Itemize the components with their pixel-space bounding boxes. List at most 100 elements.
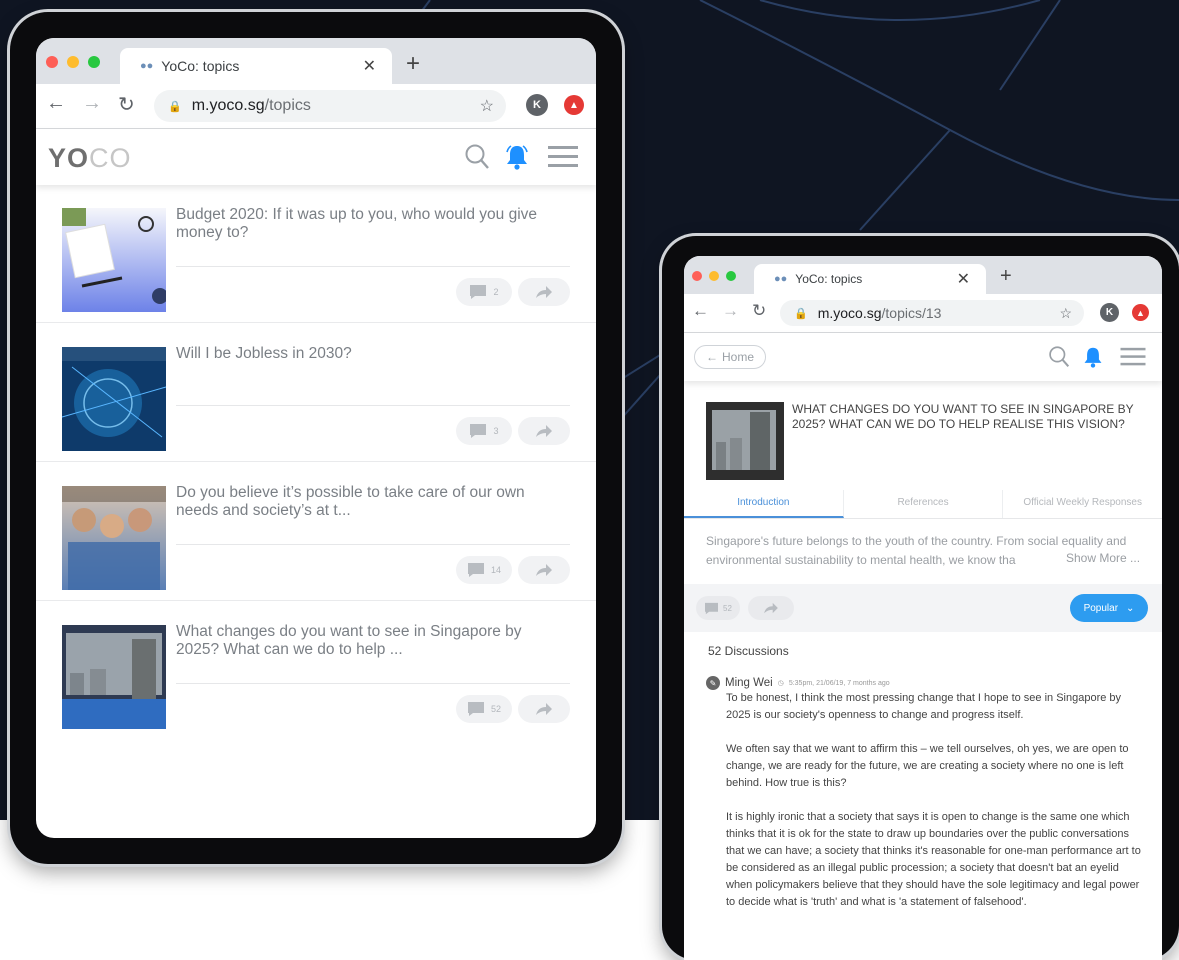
comment-bubble-icon [467,563,484,577]
share-arrow-icon [536,564,552,576]
back-arrow-icon: ← [705,350,718,364]
singapore-topic-thumbnail [62,625,166,729]
profile-avatar[interactable]: K [1100,303,1119,322]
topic-title[interactable]: Do you believe it’s possible to take car… [176,484,556,520]
show-more-link[interactable]: Show More ... [1062,551,1141,565]
comments-button[interactable]: 3 [456,417,512,445]
share-button[interactable] [518,417,570,445]
logo-text-yo: YO [48,143,90,173]
search-icon[interactable] [1048,345,1070,369]
author-pencil-icon: ✎ [706,676,720,690]
left-tablet-frame: ●● YoCo: topics ✕ + ← → ↻ 🔒 m.yoco.sg/to… [10,12,622,864]
share-arrow-icon [536,286,552,298]
comment-bubble-icon [467,702,484,716]
comment-author-row: ✎ Ming Wei ◷ 5:35pm, 21/06/19, 7 months … [706,676,890,690]
sort-label: Popular [1083,602,1119,614]
clock-icon: ◷ [777,680,784,687]
hamburger-menu-icon[interactable] [1120,347,1146,367]
browser-tab[interactable]: ●● YoCo: topics ✕ [754,264,986,294]
tab-introduction[interactable]: Introduction [684,490,844,518]
comments-button[interactable]: 52 [696,596,740,620]
bookmark-star-icon[interactable]: ☆ [1059,305,1072,322]
link-favicon-icon: ●● [140,60,154,72]
browser-tab-bar: ●● YoCo: topics ✕ + [36,38,596,84]
forward-arrow-icon[interactable]: → [722,301,739,321]
topic-feed: Budget 2020: If it was up to you, who wo… [36,184,596,739]
notification-bell-icon[interactable] [1082,345,1104,369]
comments-button[interactable]: 2 [456,278,512,306]
forward-arrow-icon[interactable]: → [82,92,102,115]
divider [176,266,570,267]
topic-list-item[interactable]: What changes do you want to see in Singa… [36,601,596,739]
right-tablet-frame: ●● YoCo: topics ✕ + ← → ↻ 🔒 m.yoco.sg/to… [662,236,1179,960]
address-bar[interactable]: 🔒 m.yoco.sg/topics ☆ [154,90,506,122]
extension-icon[interactable]: ▲ [1132,304,1149,321]
browser-tab[interactable]: ●● YoCo: topics ✕ [120,48,392,84]
topic-list-item[interactable]: Do you believe it’s possible to take car… [36,462,596,601]
tab-title: YoCo: topics [161,58,240,74]
browser-toolbar: ← → ↻ 🔒 m.yoco.sg/topics ☆ K ▲ [36,84,596,129]
close-window-button[interactable] [692,271,702,281]
comment-bubble-icon [470,424,487,438]
url-path: /topics [264,97,311,114]
hamburger-menu-icon[interactable] [548,145,578,169]
extension-icon[interactable]: ▲ [564,95,584,115]
topic-list-item[interactable]: Budget 2020: If it was up to you, who wo… [36,184,596,323]
tab-references[interactable]: References [844,490,1004,518]
comment-bubble-icon [470,285,487,299]
reload-icon[interactable]: ↻ [118,92,135,117]
back-arrow-icon[interactable]: ← [46,92,66,115]
back-arrow-icon[interactable]: ← [692,301,709,321]
comment-paragraph: We often say that we want to affirm this… [726,743,1129,789]
reload-icon[interactable]: ↻ [752,301,766,321]
app-header: ← Home [684,333,1162,381]
society-topic-thumbnail [62,486,166,590]
maximize-window-button[interactable] [88,56,100,68]
url-host: m.yoco.sg [191,97,265,114]
notification-bell-icon[interactable] [504,143,530,171]
address-bar[interactable]: 🔒 m.yoco.sg/topics/13 ☆ [780,300,1084,326]
topic-thumbnail [706,402,784,480]
bookmark-star-icon[interactable]: ☆ [480,96,494,116]
share-arrow-icon [536,703,552,715]
minimize-window-button[interactable] [67,56,79,68]
home-button[interactable]: ← Home [694,345,766,369]
share-button[interactable] [518,278,570,306]
comment-count: 14 [490,565,501,575]
comment-body: To be honest, I think the most pressing … [726,690,1142,928]
search-icon[interactable] [464,143,490,171]
tab-title: YoCo: topics [795,272,863,286]
topic-title[interactable]: Budget 2020: If it was up to you, who wo… [176,206,556,242]
profile-avatar[interactable]: K [526,94,548,116]
new-tab-button[interactable]: + [1000,265,1012,288]
comment-timestamp: 5:35pm, 21/06/19, 7 months ago [788,679,890,687]
divider [176,544,570,545]
divider [176,405,570,406]
app-header: YOCO [36,129,596,185]
yoco-logo[interactable]: YOCO [48,143,132,174]
share-button[interactable] [748,596,794,620]
topic-title[interactable]: Will I be Jobless in 2030? [176,345,556,363]
maximize-window-button[interactable] [726,271,736,281]
new-tab-button[interactable]: + [406,50,420,78]
minimize-window-button[interactable] [709,271,719,281]
share-button[interactable] [518,695,570,723]
comments-button[interactable]: 14 [456,556,512,584]
comments-button[interactable]: 52 [456,695,512,723]
browser-tab-bar: ●● YoCo: topics ✕ + [684,256,1162,294]
window-controls [692,271,736,281]
close-tab-icon[interactable]: ✕ [957,269,970,289]
topic-title[interactable]: What changes do you want to see in Singa… [176,623,556,659]
sort-dropdown[interactable]: Popular ⌄ [1070,594,1148,622]
author-name[interactable]: Ming Wei [725,677,773,689]
browser-toolbar: ← → ↻ 🔒 m.yoco.sg/topics/13 ☆ K ▲ [684,294,1162,333]
logo-text-co: CO [89,143,132,173]
comment-count: 2 [493,287,499,297]
discussions-count: 52 Discussions [708,644,789,658]
topic-list-item[interactable]: Will I be Jobless in 2030? 3 [36,323,596,462]
close-tab-icon[interactable]: ✕ [363,56,376,76]
share-button[interactable] [518,556,570,584]
close-window-button[interactable] [46,56,58,68]
tab-official-weekly-responses[interactable]: Official Weekly Responses [1003,490,1162,518]
topic-header: WHAT CHANGES DO YOU WANT TO SEE IN SINGA… [684,380,1162,490]
